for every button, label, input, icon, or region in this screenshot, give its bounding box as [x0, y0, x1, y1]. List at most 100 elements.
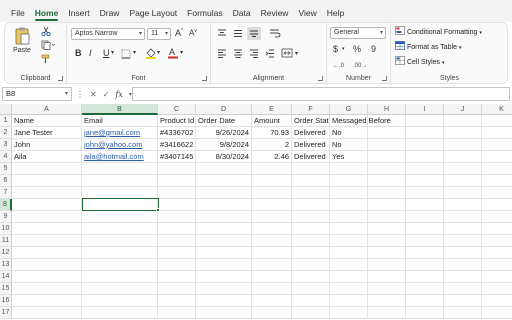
empty-cell[interactable] — [444, 223, 482, 235]
cell-c4[interactable]: #3407145 — [158, 151, 196, 163]
empty-cell[interactable] — [252, 211, 292, 223]
empty-cell[interactable] — [82, 295, 158, 307]
cell-e2[interactable]: 70.93 — [252, 127, 292, 139]
empty-cell[interactable] — [82, 283, 158, 295]
tab-review[interactable]: Review — [256, 0, 294, 22]
empty-cell[interactable] — [292, 163, 330, 175]
empty-cell[interactable] — [330, 175, 368, 187]
insert-function-button[interactable]: fx — [115, 90, 122, 99]
empty-cell[interactable] — [158, 271, 196, 283]
cell-f3[interactable]: Delivered — [292, 139, 330, 151]
cell-d3[interactable]: 9/8/2024 — [196, 139, 252, 151]
empty-cell[interactable] — [444, 295, 482, 307]
empty-cell[interactable] — [406, 151, 444, 163]
empty-cell[interactable] — [368, 283, 406, 295]
empty-cell[interactable] — [406, 211, 444, 223]
empty-cell[interactable] — [444, 211, 482, 223]
chevron-down-icon[interactable]: ▾ — [133, 49, 136, 56]
empty-cell[interactable] — [444, 139, 482, 151]
empty-cell[interactable] — [482, 247, 512, 259]
empty-cell[interactable] — [252, 199, 292, 211]
empty-cell[interactable] — [444, 163, 482, 175]
formula-input[interactable] — [132, 87, 510, 101]
empty-cell[interactable] — [292, 175, 330, 187]
align-center-icon[interactable] — [233, 49, 243, 60]
row-header-5[interactable]: 5 — [0, 163, 12, 175]
empty-cell[interactable] — [406, 235, 444, 247]
tab-insert[interactable]: Insert — [63, 0, 94, 22]
empty-cell[interactable] — [252, 283, 292, 295]
cell-c2[interactable]: #4336702 — [158, 127, 196, 139]
empty-cell[interactable] — [196, 163, 252, 175]
column-header-d[interactable]: D — [196, 104, 252, 115]
empty-cell[interactable] — [368, 199, 406, 211]
selected-cell-b8[interactable] — [82, 198, 159, 211]
tab-help[interactable]: Help — [322, 0, 349, 22]
column-header-i[interactable]: I — [406, 104, 444, 115]
empty-cell[interactable] — [82, 163, 158, 175]
empty-cell[interactable] — [482, 151, 512, 163]
empty-cell[interactable] — [406, 115, 444, 127]
tab-page-layout[interactable]: Page Layout — [124, 0, 182, 22]
more-options-icon[interactable]: ⋮ — [76, 90, 84, 99]
font-color-icon[interactable]: A — [167, 46, 179, 61]
empty-cell[interactable] — [444, 307, 482, 319]
empty-cell[interactable] — [252, 175, 292, 187]
empty-cell[interactable] — [196, 187, 252, 199]
bold-button[interactable]: B — [75, 48, 82, 58]
empty-cell[interactable] — [292, 235, 330, 247]
increase-decimal-icon[interactable]: ←.0 — [333, 60, 347, 70]
empty-cell[interactable] — [482, 235, 512, 247]
align-middle-icon[interactable] — [233, 29, 243, 40]
number-format-select[interactable]: General ▾ — [330, 27, 386, 39]
cell-f4[interactable]: Delivered — [292, 151, 330, 163]
empty-cell[interactable] — [444, 259, 482, 271]
empty-cell[interactable] — [368, 259, 406, 271]
currency-button[interactable]: $ — [333, 44, 338, 54]
empty-cell[interactable] — [196, 295, 252, 307]
empty-cell[interactable] — [12, 307, 82, 319]
font-name-select[interactable]: Aptos Narrow ▾ — [71, 28, 145, 40]
empty-cell[interactable] — [330, 235, 368, 247]
cell-a4[interactable]: Aila — [12, 151, 82, 163]
align-right-icon[interactable] — [249, 49, 259, 60]
row-header-12[interactable]: 12 — [0, 247, 12, 259]
tab-draw[interactable]: Draw — [95, 0, 125, 22]
chevron-down-icon[interactable]: ▾ — [342, 46, 345, 52]
empty-cell[interactable] — [330, 199, 368, 211]
tab-file[interactable]: File — [6, 0, 30, 22]
empty-cell[interactable] — [330, 295, 368, 307]
grow-font-button[interactable]: A^ — [175, 28, 183, 38]
empty-cell[interactable] — [158, 211, 196, 223]
empty-cell[interactable] — [368, 271, 406, 283]
cell-e1[interactable]: Amount — [252, 115, 292, 127]
font-size-select[interactable]: 11 ▾ — [147, 28, 171, 40]
row-header-1[interactable]: 1 — [0, 115, 12, 127]
column-header-j[interactable]: J — [444, 104, 482, 115]
empty-cell[interactable] — [252, 295, 292, 307]
underline-button[interactable]: U — [103, 48, 110, 58]
clipboard-launcher-icon[interactable] — [58, 76, 63, 81]
empty-cell[interactable] — [292, 295, 330, 307]
empty-cell[interactable] — [196, 199, 252, 211]
tab-data[interactable]: Data — [228, 0, 256, 22]
empty-cell[interactable] — [444, 175, 482, 187]
cell-b3[interactable]: john@yahoo.com — [82, 139, 158, 151]
row-header-9[interactable]: 9 — [0, 211, 12, 223]
empty-cell[interactable] — [196, 223, 252, 235]
column-header-g[interactable]: G — [330, 104, 368, 115]
empty-cell[interactable] — [82, 175, 158, 187]
empty-cell[interactable] — [406, 127, 444, 139]
empty-cell[interactable] — [330, 283, 368, 295]
empty-cell[interactable] — [252, 223, 292, 235]
empty-cell[interactable] — [292, 307, 330, 319]
empty-cell[interactable] — [368, 247, 406, 259]
empty-cell[interactable] — [158, 247, 196, 259]
align-left-icon[interactable] — [217, 49, 227, 60]
empty-cell[interactable] — [406, 139, 444, 151]
empty-cell[interactable] — [444, 187, 482, 199]
empty-cell[interactable] — [444, 115, 482, 127]
empty-cell[interactable] — [482, 199, 512, 211]
row-header-16[interactable]: 16 — [0, 295, 12, 307]
empty-cell[interactable] — [12, 235, 82, 247]
